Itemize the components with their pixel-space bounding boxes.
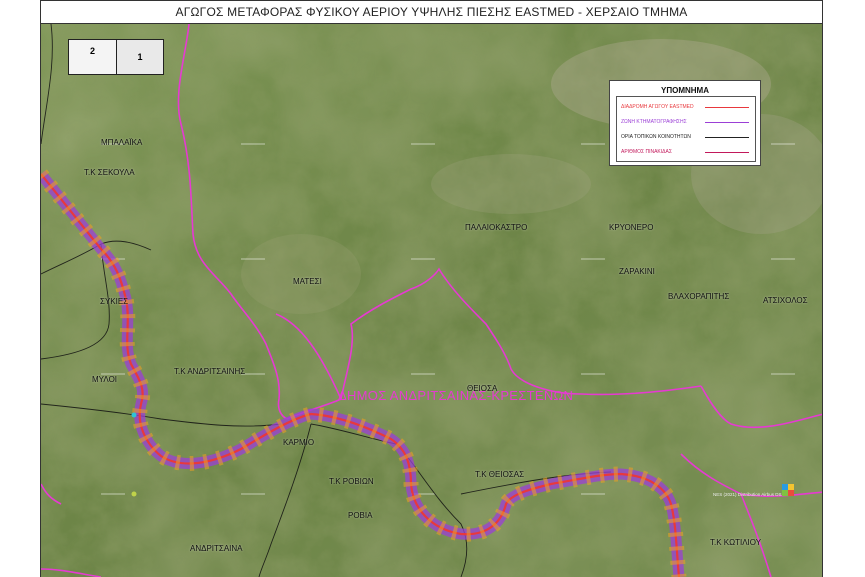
sheet-1-current: 1 bbox=[117, 40, 163, 74]
place-label: Τ.Κ ΡΟΒΙΩΝ bbox=[329, 477, 374, 486]
marker-dot bbox=[131, 491, 137, 497]
place-label: Τ.Κ ΚΩΤΙΛΙΟΥ bbox=[710, 538, 762, 547]
place-label: ΒΛΑΧΟΡΑΠΙΤΗΣ bbox=[668, 292, 730, 301]
sheet-2-button[interactable]: 2 bbox=[69, 40, 117, 74]
map-title: ΑΓΩΓΟΣ ΜΕΤΑΦΟΡΑΣ ΦΥΣΙΚΟΥ ΑΕΡΙΟΥ ΥΨΗΛΗΣ Π… bbox=[40, 0, 823, 24]
imagery-attribution: NES (2021) Distribution Airbus DS bbox=[713, 492, 782, 497]
legend-swatch-sign-number bbox=[705, 152, 749, 153]
legend-item-sign-number: ΑΡΙΘΜΟΣ ΠΙΝΑΚΙΔΑΣ bbox=[621, 149, 672, 155]
place-label: Τ.Κ ΣΕΚΟΥΛΑ bbox=[84, 168, 135, 177]
place-label: ΑΤΣΙΧΟΛΟΣ bbox=[763, 296, 808, 305]
sheet-index: 2 1 bbox=[68, 39, 164, 75]
place-label: ΚΑΡΜΙΟ bbox=[283, 438, 315, 447]
place-label: Τ.Κ ΘΕΙΟΣΑΣ bbox=[475, 470, 525, 479]
place-label: ΠΑΛΑΙΟΚΑΣΤΡΟ bbox=[465, 223, 528, 232]
legend-swatch-cadastre-zone bbox=[705, 122, 749, 123]
map-canvas[interactable]: 2 1 ΥΠΟΜΝΗΜΑ ΔΙΑΔΡΟΜΗ ΑΓΩΓΟΥ EASTMED ΖΩΝ… bbox=[40, 24, 823, 577]
municipality-label: ΔΗΜΟΣ ΑΝΔΡΙΤΣΑΙΝΑΣ-ΚΡΕΣΤΕΝΩΝ bbox=[338, 388, 574, 403]
legend-item-cadastre-zone: ΖΩΝΗ ΚΤΗΜΑΤΟΓΡΑΦΗΣΗΣ bbox=[621, 119, 687, 125]
place-label: ΡΟΒΙΑ bbox=[348, 511, 373, 520]
legend-swatch-community-bounds bbox=[705, 137, 749, 138]
legend-item-community-bounds: ΟΡΙΑ ΤΟΠΙΚΩΝ ΚΟΙΝΟΤΗΤΩΝ bbox=[621, 134, 691, 140]
place-label: ΖΑΡΑΚΙΝΙ bbox=[619, 267, 655, 276]
legend: ΥΠΟΜΝΗΜΑ ΔΙΑΔΡΟΜΗ ΑΓΩΓΟΥ EASTMED ΖΩΝΗ ΚΤ… bbox=[609, 80, 761, 166]
legend-title: ΥΠΟΜΝΗΜΑ bbox=[661, 86, 709, 95]
place-label: ΚΡΥΟΝΕΡΟ bbox=[609, 223, 654, 232]
legend-items: ΔΙΑΔΡΟΜΗ ΑΓΩΓΟΥ EASTMED ΖΩΝΗ ΚΤΗΜΑΤΟΓΡΑΦ… bbox=[616, 96, 756, 162]
marker-dot bbox=[131, 412, 137, 418]
place-label: Τ.Κ ΑΝΔΡΙΤΣΑΙΝΗΣ bbox=[174, 367, 246, 376]
place-label: ΜΑΤΕΣΙ bbox=[293, 277, 322, 286]
airbus-logo-icon bbox=[782, 484, 794, 496]
place-label: ΑΝΔΡΙΤΣΑΙΝΑ bbox=[190, 544, 243, 553]
legend-item-pipeline: ΔΙΑΔΡΟΜΗ ΑΓΩΓΟΥ EASTMED bbox=[621, 104, 694, 110]
place-label: ΘΕΙΟΣΑ bbox=[467, 384, 498, 393]
place-label: ΜΠΑΛΑΪΚΑ bbox=[101, 138, 143, 147]
place-label: ΣΥΚΙΕΣ bbox=[100, 297, 129, 306]
legend-swatch-pipeline bbox=[705, 107, 749, 108]
place-label: ΜΥΛΟΙ bbox=[92, 375, 118, 384]
